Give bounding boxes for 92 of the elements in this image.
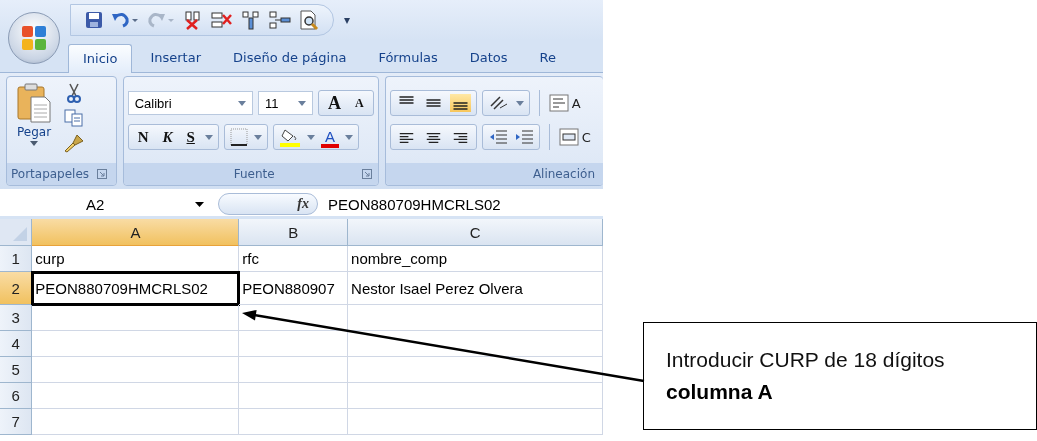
table-cell[interactable] bbox=[32, 331, 240, 357]
row-header[interactable]: 3 bbox=[0, 305, 33, 331]
table-cell[interactable]: PEON880709HMCRLS02 bbox=[32, 272, 240, 305]
table-cell[interactable]: curp bbox=[32, 246, 240, 272]
shrink-font-button[interactable]: A bbox=[351, 95, 368, 111]
table-cell[interactable] bbox=[239, 331, 349, 357]
italic-button[interactable]: K bbox=[158, 127, 177, 147]
ribbon-tab[interactable]: Re bbox=[525, 44, 570, 72]
merge-cells-button[interactable]: C bbox=[558, 128, 591, 146]
save-icon[interactable] bbox=[85, 11, 103, 29]
caret-icon[interactable] bbox=[204, 134, 213, 140]
delete-row-icon[interactable] bbox=[211, 10, 233, 30]
table-cell[interactable]: Nestor Isael Perez Olvera bbox=[348, 272, 603, 305]
grow-font-button[interactable]: A bbox=[324, 92, 345, 114]
font-size-field[interactable]: 11 bbox=[258, 91, 313, 115]
table-cell[interactable] bbox=[32, 409, 240, 435]
table-cell[interactable] bbox=[348, 357, 603, 383]
clipboard-icon bbox=[17, 83, 52, 123]
align-lines-icon bbox=[398, 96, 414, 104]
ribbon-tab[interactable]: Fórmulas bbox=[364, 44, 452, 72]
customize-toolbar-button[interactable]: ▾ bbox=[344, 13, 351, 27]
fill-color-icon[interactable] bbox=[278, 127, 301, 147]
office-logo-icon bbox=[20, 24, 48, 52]
table-cell[interactable] bbox=[239, 409, 349, 435]
insert-function-button[interactable]: fx bbox=[218, 193, 318, 215]
triangle-icon bbox=[12, 226, 29, 242]
group-label: Alineación bbox=[532, 167, 595, 181]
row-header[interactable]: 7 bbox=[0, 409, 33, 435]
insert-column-icon[interactable] bbox=[241, 10, 261, 30]
wrap-text-icon bbox=[548, 94, 569, 112]
row-header[interactable]: 1 bbox=[0, 246, 33, 272]
align-bottom-button[interactable] bbox=[449, 94, 471, 112]
align-lines-icon bbox=[452, 102, 468, 110]
dialog-launcher-icon[interactable] bbox=[361, 169, 372, 179]
font-color-button[interactable]: A bbox=[320, 126, 339, 148]
align-lines-icon bbox=[425, 99, 441, 107]
caret-icon[interactable] bbox=[306, 134, 315, 140]
print-preview-icon[interactable] bbox=[299, 10, 319, 30]
align-lines-icon bbox=[452, 133, 468, 143]
bold-button[interactable]: N bbox=[133, 127, 153, 147]
increase-indent-icon[interactable] bbox=[513, 129, 534, 145]
table-cell[interactable] bbox=[348, 383, 603, 409]
ribbon-tab[interactable]: Inicio bbox=[68, 44, 133, 73]
column-header[interactable]: A bbox=[32, 219, 240, 246]
callout-text: Introducir CURP de 18 dígitos bbox=[666, 348, 946, 372]
align-lines-icon bbox=[398, 133, 414, 143]
insert-row-icon[interactable] bbox=[269, 10, 291, 30]
undo-icon[interactable] bbox=[111, 11, 139, 29]
copy-icon[interactable] bbox=[64, 109, 85, 127]
table-cell[interactable] bbox=[239, 383, 349, 409]
dialog-launcher-icon[interactable] bbox=[97, 169, 108, 179]
table-cell[interactable] bbox=[32, 383, 240, 409]
caret-icon bbox=[30, 141, 39, 146]
table-cell[interactable]: nombre_comp bbox=[348, 246, 603, 272]
ribbon-tab[interactable]: Datos bbox=[455, 44, 522, 72]
delete-column-icon[interactable] bbox=[183, 10, 203, 30]
caret-icon[interactable] bbox=[515, 100, 524, 106]
paintbrush-icon[interactable] bbox=[63, 133, 86, 153]
table-cell[interactable] bbox=[32, 305, 240, 331]
column-header[interactable]: C bbox=[348, 219, 603, 246]
name-box[interactable]: A2 bbox=[6, 192, 212, 216]
table-cell[interactable] bbox=[32, 357, 240, 383]
table-cell[interactable] bbox=[348, 409, 603, 435]
table-cell[interactable] bbox=[239, 357, 349, 383]
callout-emphasis: columna A bbox=[666, 380, 774, 404]
merge-cells-icon bbox=[558, 128, 579, 146]
column-header[interactable]: B bbox=[239, 219, 349, 246]
ribbon-tab[interactable]: Insertar bbox=[136, 44, 215, 72]
borders-icon[interactable] bbox=[229, 128, 248, 146]
font-name-field[interactable]: Calibri bbox=[127, 91, 253, 115]
group-label: Portapapeles bbox=[11, 167, 90, 181]
caret-icon[interactable] bbox=[344, 134, 353, 140]
caret-icon bbox=[195, 201, 204, 207]
underline-button[interactable]: S bbox=[182, 127, 199, 147]
scissors-icon[interactable] bbox=[66, 83, 83, 103]
caret-icon[interactable] bbox=[253, 134, 262, 140]
ribbon-tab[interactable]: Diseño de página bbox=[219, 44, 361, 72]
wrap-text-button[interactable]: A bbox=[548, 94, 581, 112]
row-header[interactable]: 6 bbox=[0, 383, 33, 409]
row-header[interactable]: 2 bbox=[0, 272, 33, 305]
row-header[interactable]: 5 bbox=[0, 357, 33, 383]
group-label: Fuente bbox=[233, 167, 275, 181]
formula-field[interactable]: PEON880709HMCRLS02 bbox=[324, 195, 501, 213]
table-cell[interactable] bbox=[348, 331, 603, 357]
redo-icon bbox=[147, 11, 175, 29]
table-cell[interactable]: rfc bbox=[239, 246, 349, 272]
caret-icon bbox=[238, 100, 246, 106]
paste-button[interactable]: Pegar bbox=[11, 81, 58, 159]
row-header[interactable]: 4 bbox=[0, 331, 33, 357]
table-cell[interactable]: PEON880907 bbox=[239, 272, 349, 305]
caret-icon bbox=[298, 100, 306, 106]
align-lines-icon bbox=[425, 133, 441, 143]
